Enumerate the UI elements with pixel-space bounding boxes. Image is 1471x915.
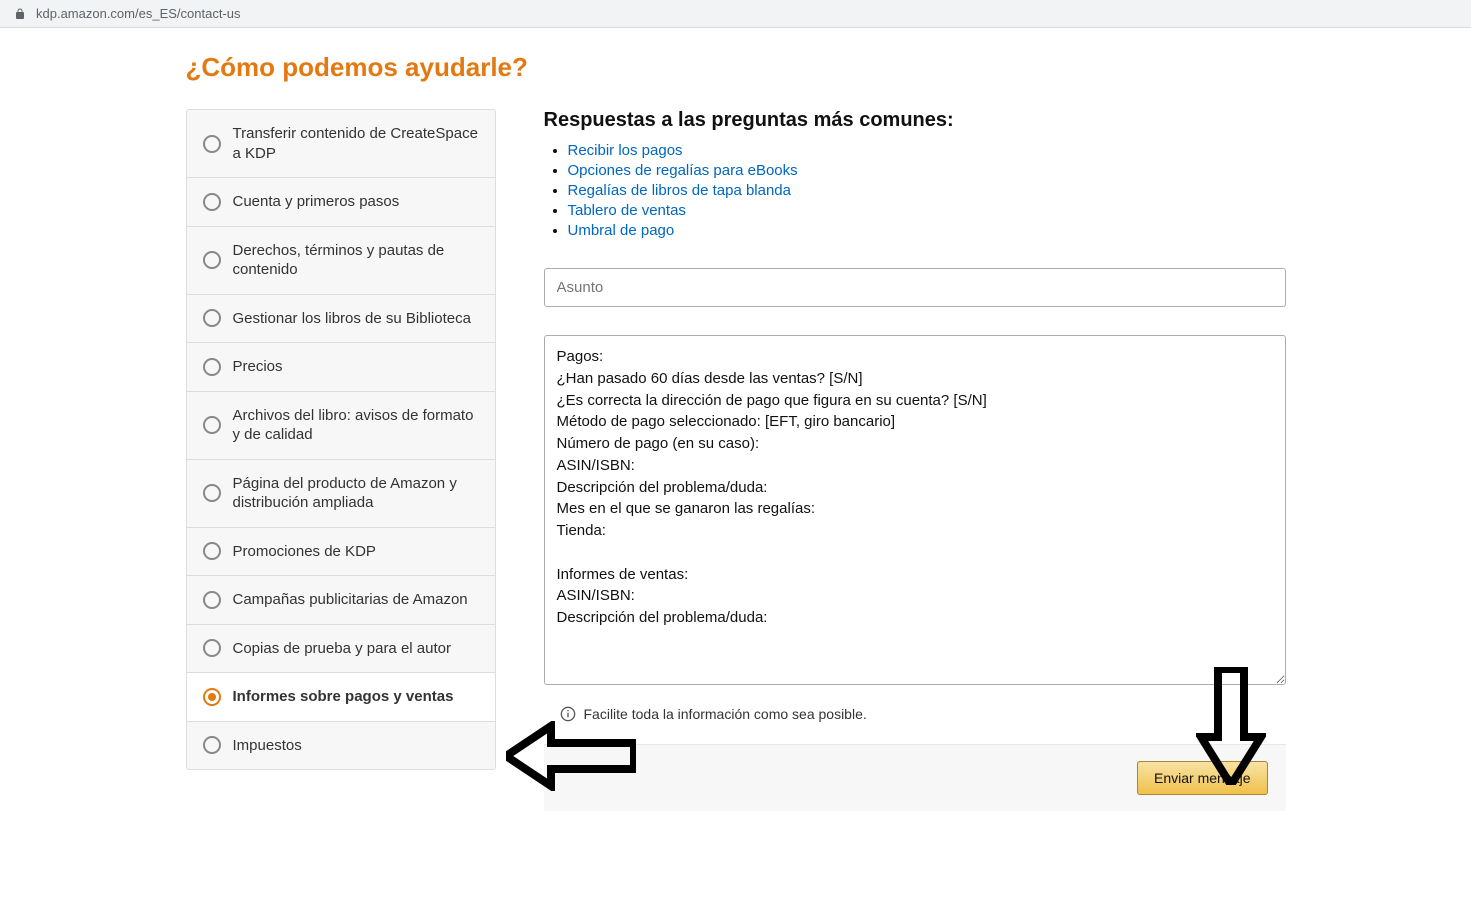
sidebar-item-label: Campañas publicitarias de Amazon (233, 590, 468, 610)
sidebar-item-label: Gestionar los libros de su Biblioteca (233, 309, 471, 329)
page-title: ¿Cómo podemos ayudarle? (186, 52, 1286, 83)
faq-list-item: Regalías de libros de tapa blanda (568, 182, 1286, 200)
browser-address-bar: kdp.amazon.com/es_ES/contact-us (0, 0, 1471, 28)
radio-icon (203, 358, 221, 376)
sidebar-item-label: Promociones de KDP (233, 542, 376, 562)
sidebar-item-label: Página del producto de Amazon y distribu… (233, 474, 479, 513)
faq-link[interactable]: Regalías de libros de tapa blanda (568, 182, 792, 199)
sidebar-item-label: Impuestos (233, 736, 302, 756)
form-footer: Enviar mensaje (544, 744, 1286, 811)
sidebar-item[interactable]: Campañas publicitarias de Amazon (187, 576, 495, 625)
radio-icon (203, 542, 221, 560)
faq-list-item: Opciones de regalías para eBooks (568, 162, 1286, 180)
sidebar-item[interactable]: Impuestos (187, 722, 495, 770)
sidebar-item-label: Cuenta y primeros pasos (233, 192, 400, 212)
radio-icon (203, 484, 221, 502)
subject-input[interactable] (544, 268, 1286, 307)
radio-icon (203, 736, 221, 754)
lock-icon (14, 7, 26, 21)
sidebar-item[interactable]: Promociones de KDP (187, 528, 495, 577)
sidebar-item-label: Copias de prueba y para el autor (233, 639, 451, 659)
submit-button[interactable]: Enviar mensaje (1137, 761, 1268, 795)
radio-icon (203, 193, 221, 211)
hint-row: Facilite toda la información como sea po… (544, 706, 1286, 722)
radio-icon (203, 688, 221, 706)
sidebar-item[interactable]: Cuenta y primeros pasos (187, 178, 495, 227)
faq-list-item: Recibir los pagos (568, 142, 1286, 160)
radio-icon (203, 591, 221, 609)
sidebar-item-label: Derechos, términos y pautas de contenido (233, 241, 479, 280)
hint-text: Facilite toda la información como sea po… (584, 706, 867, 722)
faq-link[interactable]: Tablero de ventas (568, 202, 686, 219)
faq-list: Recibir los pagos Opciones de regalías pa… (544, 142, 1286, 240)
faq-link[interactable]: Opciones de regalías para eBooks (568, 162, 798, 179)
faq-link[interactable]: Umbral de pago (568, 222, 675, 239)
sidebar-item[interactable]: Derechos, términos y pautas de contenido (187, 227, 495, 295)
main-content: Respuestas a las preguntas más comunes: … (544, 109, 1286, 811)
sidebar-item-label: Archivos del libro: avisos de formato y … (233, 406, 479, 445)
radio-icon (203, 135, 221, 153)
faq-link[interactable]: Recibir los pagos (568, 142, 683, 159)
radio-icon (203, 416, 221, 434)
topic-sidebar: Transferir contenido de CreateSpace a KD… (186, 109, 496, 770)
sidebar-item-label: Precios (233, 357, 283, 377)
sidebar-item-label: Informes sobre pagos y ventas (233, 687, 454, 707)
radio-icon (203, 309, 221, 327)
sidebar-item[interactable]: Página del producto de Amazon y distribu… (187, 460, 495, 528)
message-textarea[interactable] (544, 335, 1286, 685)
faq-list-item: Tablero de ventas (568, 202, 1286, 220)
sidebar-item-label: Transferir contenido de CreateSpace a KD… (233, 124, 479, 163)
sidebar-item[interactable]: Archivos del libro: avisos de formato y … (187, 392, 495, 460)
sidebar-item[interactable]: Informes sobre pagos y ventas (187, 673, 495, 722)
sidebar-item[interactable]: Copias de prueba y para el autor (187, 625, 495, 674)
url-text: kdp.amazon.com/es_ES/contact-us (36, 6, 241, 21)
faq-list-item: Umbral de pago (568, 222, 1286, 240)
info-icon (560, 706, 576, 722)
radio-icon (203, 639, 221, 657)
sidebar-item[interactable]: Precios (187, 343, 495, 392)
sidebar-item[interactable]: Gestionar los libros de su Biblioteca (187, 295, 495, 344)
sidebar-item[interactable]: Transferir contenido de CreateSpace a KD… (187, 110, 495, 178)
radio-icon (203, 251, 221, 269)
faq-heading: Respuestas a las preguntas más comunes: (544, 109, 1286, 132)
